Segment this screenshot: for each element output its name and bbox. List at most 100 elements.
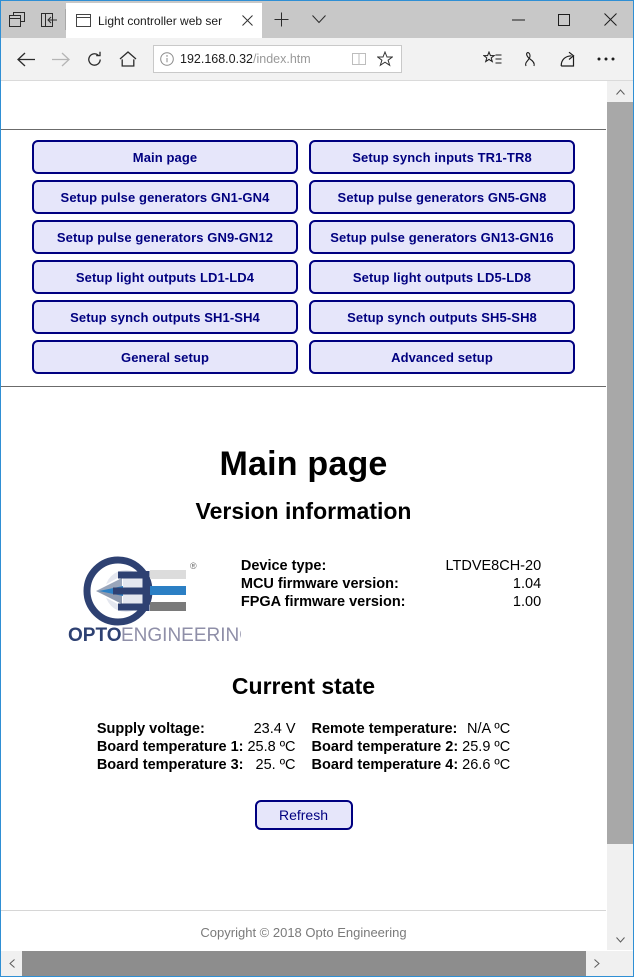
nav-button-pulse-generators-gn5-gn8[interactable]: Setup pulse generators GN5-GN8 (309, 180, 575, 214)
toolbar-right-group (473, 42, 625, 76)
nav-button-light-outputs-ld1-ld4[interactable]: Setup light outputs LD1-LD4 (32, 260, 298, 294)
refresh-button[interactable]: Refresh (254, 800, 353, 830)
minimize-icon[interactable] (495, 1, 541, 38)
vertical-scroll-thumb[interactable] (607, 102, 633, 844)
nav-row: General setup Advanced setup (1, 340, 606, 374)
state-value: 25.8 ºC (247, 739, 296, 755)
version-info-table: Device type: LTDVE8CH-20 MCU firmware ve… (241, 557, 541, 611)
nav-row: Main page Setup synch inputs TR1-TR8 (1, 140, 606, 174)
state-label: Board temperature 3: (96, 757, 244, 773)
svg-text:ENGINEERING: ENGINEERING (121, 625, 241, 646)
vertical-scroll-track[interactable] (607, 844, 633, 929)
nav-button-synch-outputs-sh5-sh8[interactable]: Setup synch outputs SH5-SH8 (309, 300, 575, 334)
nav-row: Setup pulse generators GN1-GN4 Setup pul… (1, 180, 606, 214)
nav-button-pulse-generators-gn1-gn4[interactable]: Setup pulse generators GN1-GN4 (32, 180, 298, 214)
chevron-down-icon[interactable] (607, 929, 633, 950)
svg-text:OPTO: OPTO (68, 625, 122, 646)
state-value: 25. ºC (255, 757, 296, 773)
state-value: N/A ºC (467, 721, 511, 737)
table-row: Board temperature 3: 25. ºC Board temper… (97, 756, 510, 774)
current-state-table: Supply voltage: 23.4 V Remote temperatur… (97, 720, 510, 774)
tab-strip: Light controller web ser (1, 1, 633, 38)
nav-button-pulse-generators-gn13-gn16[interactable]: Setup pulse generators GN13-GN16 (309, 220, 575, 254)
scrollbar-corner (607, 951, 633, 976)
version-label: MCU firmware version: (240, 576, 399, 592)
chevron-up-icon[interactable] (607, 81, 633, 102)
tab-preview-icon[interactable] (1, 1, 33, 38)
nav-row: Setup synch outputs SH1-SH4 Setup synch … (1, 300, 606, 334)
reload-icon[interactable] (77, 42, 111, 76)
navigation-panel: Main page Setup synch inputs TR1-TR8 Set… (1, 130, 606, 387)
horizontal-scrollbar[interactable] (1, 950, 633, 976)
page-top-band (1, 81, 606, 130)
page-title: Main page (219, 445, 388, 483)
nav-button-main-page[interactable]: Main page (32, 140, 298, 174)
nav-button-pulse-generators-gn9-gn12[interactable]: Setup pulse generators GN9-GN12 (32, 220, 298, 254)
browser-tab[interactable]: Light controller web ser (66, 3, 262, 38)
table-row: Supply voltage: 23.4 V Remote temperatur… (97, 720, 510, 738)
url-text[interactable]: 192.168.0.32/index.htm (180, 52, 343, 66)
state-label: Board temperature 4: (311, 757, 459, 773)
table-row: Device type: LTDVE8CH-20 (241, 557, 541, 575)
set-tabs-aside-icon[interactable] (33, 1, 65, 38)
registered-mark: ® (190, 561, 197, 571)
table-row: Board temperature 1: 25.8 ºC Board tempe… (97, 738, 510, 756)
new-tab-button[interactable] (262, 1, 300, 38)
state-label: Board temperature 1: (96, 739, 244, 755)
home-icon[interactable] (111, 42, 145, 76)
browser-toolbar: 192.168.0.32/index.htm (1, 38, 633, 81)
chevron-left-icon[interactable] (1, 951, 22, 976)
refresh-button-container: Refresh (1, 800, 606, 830)
book-icon[interactable] (349, 52, 369, 66)
page-footer: Copyright © 2018 Opto Engineering (1, 910, 606, 950)
star-icon[interactable] (375, 51, 395, 67)
maximize-icon[interactable] (541, 1, 587, 38)
state-label: Board temperature 2: (311, 739, 459, 755)
address-bar[interactable]: 192.168.0.32/index.htm (153, 45, 402, 73)
window-controls (495, 1, 633, 38)
version-label: FPGA firmware version: (240, 594, 406, 610)
nav-button-synch-inputs-tr1-tr8[interactable]: Setup synch inputs TR1-TR8 (309, 140, 575, 174)
ellipsis-icon[interactable] (587, 42, 625, 76)
info-circle-icon[interactable] (160, 52, 174, 66)
nav-button-general-setup[interactable]: General setup (32, 340, 298, 374)
tab-title: Light controller web ser (98, 13, 223, 28)
horizontal-scroll-thumb[interactable] (22, 951, 586, 976)
version-value: LTDVE8CH-20 (445, 558, 542, 574)
viewport: Main page Setup synch inputs TR1-TR8 Set… (1, 81, 633, 976)
url-path: /index.htm (253, 52, 311, 66)
pen-icon[interactable] (511, 42, 549, 76)
nav-row: Setup pulse generators GN9-GN12 Setup pu… (1, 220, 606, 254)
chevron-right-icon[interactable] (586, 951, 607, 976)
nav-button-advanced-setup[interactable]: Advanced setup (309, 340, 575, 374)
nav-button-synch-outputs-sh1-sh4[interactable]: Setup synch outputs SH1-SH4 (32, 300, 298, 334)
version-value: 1.00 (512, 594, 542, 610)
window-icon (76, 14, 91, 27)
version-value: 1.04 (512, 576, 542, 592)
version-heading: Version information (195, 498, 412, 524)
nav-row: Setup light outputs LD1-LD4 Setup light … (1, 260, 606, 294)
close-icon[interactable] (238, 12, 256, 30)
forward-arrow-icon (43, 42, 77, 76)
opto-engineering-logo: ® OPTO ENGINEERING (66, 547, 241, 647)
version-block: ® OPTO ENGINEERING Device type: LTDVE8CH… (1, 547, 606, 647)
current-state-heading: Current state (231, 673, 376, 699)
nav-button-light-outputs-ld5-ld8[interactable]: Setup light outputs LD5-LD8 (309, 260, 575, 294)
url-host: 192.168.0.32 (180, 52, 253, 66)
browser-window: Light controller web ser 192.168.0.32/in… (0, 0, 634, 977)
back-arrow-icon[interactable] (9, 42, 43, 76)
vertical-scrollbar[interactable] (606, 81, 633, 950)
state-label: Remote temperature: (311, 721, 458, 737)
state-value: 25.9 ºC (462, 739, 511, 755)
table-row: MCU firmware version: 1.04 (241, 575, 541, 593)
state-value: 26.6 ºC (462, 757, 511, 773)
table-row: FPGA firmware version: 1.00 (241, 593, 541, 611)
star-list-icon[interactable] (473, 42, 511, 76)
web-page: Main page Setup synch inputs TR1-TR8 Set… (1, 81, 606, 950)
close-icon[interactable] (587, 1, 633, 38)
viewport-row: Main page Setup synch inputs TR1-TR8 Set… (1, 81, 633, 950)
state-value: 23.4 V (253, 721, 296, 737)
chevron-down-icon[interactable] (300, 1, 338, 38)
version-label: Device type: (240, 558, 327, 574)
share-icon[interactable] (549, 42, 587, 76)
